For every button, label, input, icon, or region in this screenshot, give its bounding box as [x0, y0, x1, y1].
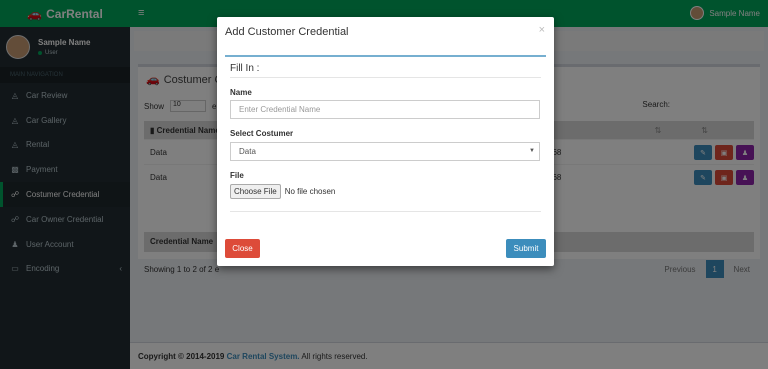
close-button[interactable]: Close [225, 239, 260, 258]
credential-name-input[interactable]: Enter Credential Name [230, 100, 540, 119]
costumer-select[interactable]: Data ▼ [230, 142, 540, 161]
name-label: Name [230, 88, 252, 97]
modal-footer-divider [230, 211, 541, 212]
file-label: File [230, 171, 244, 180]
divider [230, 77, 541, 78]
add-credential-modal: Add Customer Credential × Fill In : Name… [217, 17, 554, 266]
select-costumer-label: Select Costumer [230, 129, 294, 138]
file-input: Choose File No file chosen [230, 184, 335, 199]
submit-button[interactable]: Submit [506, 239, 546, 258]
modal-title: Add Customer Credential [225, 26, 349, 38]
modal-divider [225, 55, 546, 57]
fill-in-heading: Fill In : [230, 63, 260, 74]
caret-down-icon: ▼ [529, 148, 535, 154]
choose-file-button[interactable]: Choose File [230, 184, 281, 199]
close-icon[interactable]: × [539, 24, 545, 36]
file-status: No file chosen [284, 187, 336, 196]
